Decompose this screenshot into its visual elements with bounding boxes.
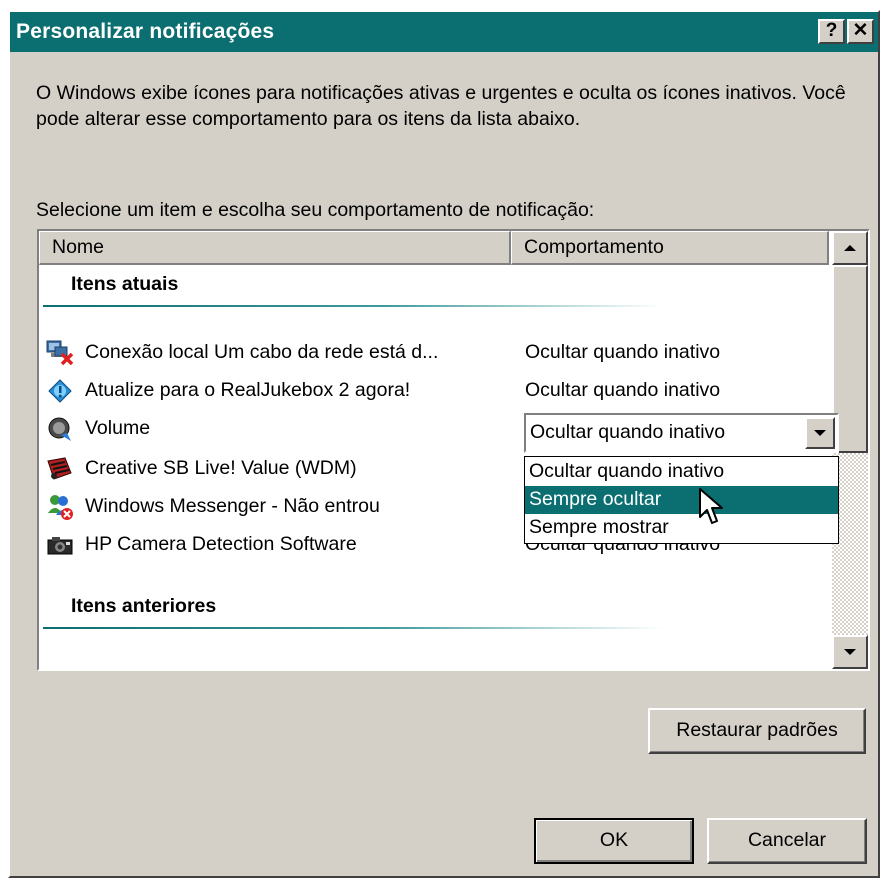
list-item-name: Windows Messenger - Não entrou [85, 495, 380, 517]
list-item-behavior[interactable]: Ocultar quando inativo [525, 379, 720, 402]
dropdown-option-selected[interactable]: Sempre ocultar [525, 486, 838, 514]
list-item-name: HP Camera Detection Software [85, 533, 357, 555]
list-item-name: Atualize para o RealJukebox 2 agora! [85, 379, 411, 401]
combobox-dropdown-button[interactable] [805, 417, 835, 449]
list-item[interactable]: Conexão local Um cabo da rede está d... … [39, 335, 829, 371]
instruction-label: Selecione um item e escolha seu comporta… [36, 199, 595, 221]
group-previous-items: Itens anteriores [71, 595, 217, 617]
scroll-up-button[interactable] [832, 231, 868, 265]
arrow-up-icon [844, 245, 856, 251]
volume-icon [45, 415, 75, 443]
list-item-name: Volume [85, 417, 151, 439]
messenger-icon [45, 493, 75, 521]
mouse-pointer-icon [699, 488, 723, 524]
chevron-down-icon [814, 430, 826, 436]
window-title: Personalizar notificações [16, 20, 275, 43]
combobox-value: Ocultar quando inativo [530, 421, 726, 443]
arrow-down-icon [844, 649, 856, 655]
title-bar[interactable]: Personalizar notificações ? ✕ [10, 12, 878, 52]
network-disconnected-icon [45, 339, 75, 367]
dropdown-option[interactable]: Ocultar quando inativo [525, 458, 838, 486]
scroll-down-button[interactable] [832, 635, 868, 669]
camera-icon [45, 531, 75, 559]
restore-defaults-button[interactable]: Restaurar padrões [648, 708, 866, 754]
cancel-button[interactable]: Cancelar [707, 818, 867, 864]
column-header-behavior[interactable]: Comportamento [511, 231, 829, 265]
list-item[interactable]: Atualize para o RealJukebox 2 agora! Ocu… [39, 373, 829, 409]
notification-list[interactable]: Nome Comportamento Itens atuais Conexão … [37, 229, 870, 671]
creative-soundcard-icon [45, 455, 75, 483]
list-item-name: Conexão local Um cabo da rede está d... [85, 341, 439, 363]
dropdown-option[interactable]: Sempre mostrar [525, 514, 838, 542]
list-item-behavior[interactable]: Ocultar quando inativo [525, 341, 720, 364]
column-header-name[interactable]: Nome [39, 231, 511, 265]
realjukebox-icon [45, 377, 75, 405]
group-divider [43, 305, 663, 307]
ok-button[interactable]: OK [534, 818, 694, 864]
group-divider [43, 627, 663, 629]
dialog-window: Personalizar notificações ? ✕ O Windows … [8, 10, 880, 878]
help-button[interactable]: ? [818, 19, 845, 44]
group-current-items: Itens atuais [71, 273, 179, 295]
behavior-combobox[interactable]: Ocultar quando inativo [524, 413, 839, 453]
description-text: O Windows exibe ícones para notificações… [36, 82, 846, 130]
list-item-name: Creative SB Live! Value (WDM) [85, 457, 357, 479]
close-button[interactable]: ✕ [847, 19, 874, 44]
behavior-dropdown-list[interactable]: Ocultar quando inativo Sempre ocultar Se… [524, 456, 839, 544]
